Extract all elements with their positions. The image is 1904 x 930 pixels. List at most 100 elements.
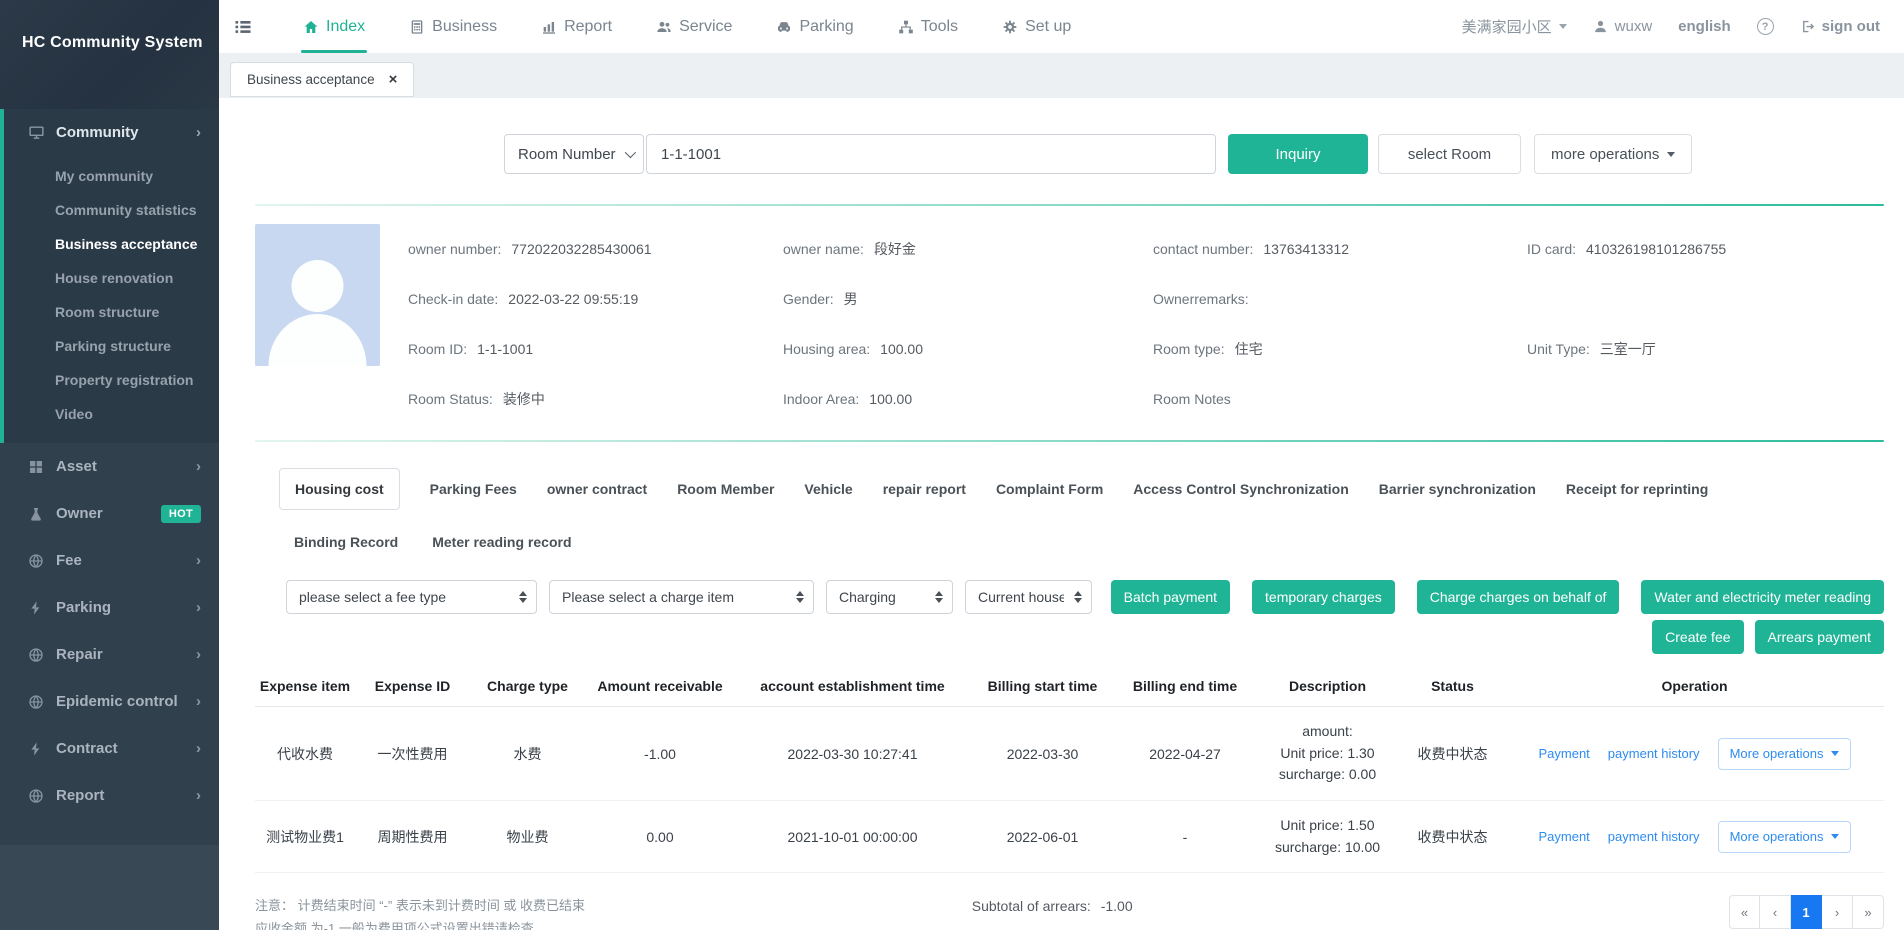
note-line: 注意： 计费结束时间 “-” 表示未到计费时间 或 收费已结束 [255,895,972,918]
sidebar-item-my-community[interactable]: My community [0,159,219,193]
create-fee-button[interactable]: Create fee [1652,620,1743,654]
topnav-item-label: Business [432,18,497,36]
temporary-charges-button[interactable]: temporary charges [1252,580,1395,614]
topnav-item-label: Service [679,18,732,36]
arrears-payment-button[interactable]: Arrears payment [1755,620,1884,654]
pagination-page-1[interactable]: 1 [1791,895,1822,929]
room-search-input[interactable] [646,134,1216,174]
pagination-last[interactable]: » [1853,895,1884,929]
username: wuxw [1615,18,1653,35]
payment-history-link[interactable]: payment history [1608,829,1700,844]
pagination-next[interactable]: › [1822,895,1853,929]
topnav-item-parking[interactable]: Parking [774,0,855,53]
tab-receipt-for-reprinting[interactable]: Receipt for reprinting [1566,481,1708,497]
sidebar-item-parking-structure[interactable]: Parking structure [0,329,219,363]
current-house-select[interactable]: Current house [965,580,1092,614]
sidebar-group-repair[interactable]: Repair › [0,631,219,678]
sidebar-group-parking[interactable]: Parking › [0,584,219,631]
cell-operation: Payment payment history More operations [1505,707,1884,801]
help-icon[interactable]: ? [1757,18,1774,35]
topnav-item-business[interactable]: Business [407,0,499,53]
globe-icon [28,553,44,569]
row-more-operations-button[interactable]: More operations [1718,738,1851,770]
chevron-right-icon: › [196,124,201,141]
topnav-item-index[interactable]: Index [301,0,367,53]
cell-expense-id: 一次性费用 [355,707,470,801]
sidebar-group-contract[interactable]: Contract › [0,725,219,772]
cell-charge-type: 水费 [470,707,585,801]
topnav-item-set-up[interactable]: Set up [1000,0,1073,53]
sidebar-group-label: Contract [56,740,118,757]
language-switch[interactable]: english [1678,18,1731,35]
select-room-button[interactable]: select Room [1378,134,1521,174]
tab-complaint-form[interactable]: Complaint Form [996,481,1103,497]
batch-payment-button[interactable]: Batch payment [1111,580,1230,614]
sidebar-item-business-acceptance[interactable]: Business acceptance [0,227,219,261]
topnav-item-label: Parking [799,18,853,36]
sidebar-item-house-renovation[interactable]: House renovation [0,261,219,295]
sidebar-group-community-block: Community › My community Community stati… [0,109,219,443]
tab-owner-contract[interactable]: owner contract [547,481,647,497]
sign-out-button[interactable]: sign out [1800,18,1880,35]
row-more-operations-button[interactable]: More operations [1718,821,1851,853]
globe-icon [28,788,44,804]
tab-parking-fees[interactable]: Parking Fees [430,481,517,497]
sidebar-item-room-structure[interactable]: Room structure [0,295,219,329]
payment-link[interactable]: Payment [1538,829,1589,844]
cell-expense-item: 测试物业费1 [255,801,355,873]
tab-business-acceptance[interactable]: Business acceptance × [230,62,414,97]
cell-billing-start: 2022-03-30 [970,707,1115,801]
tab-room-member[interactable]: Room Member [677,481,774,497]
sidebar-item-community-statistics[interactable]: Community statistics [0,193,219,227]
tab-barrier-synchronization[interactable]: Barrier synchronization [1379,481,1536,497]
tab-repair-report[interactable]: repair report [883,481,966,497]
tab-housing-cost[interactable]: Housing cost [279,468,400,510]
cell-established: 2021-10-01 00:00:00 [735,801,970,873]
fee-type-select[interactable]: please select a fee type [286,580,537,614]
sidebar-group-report[interactable]: Report › [0,772,219,819]
tab-meter-reading-record[interactable]: Meter reading record [432,534,571,550]
topnav-item-tools[interactable]: Tools [896,0,960,53]
pagination-first[interactable]: « [1729,895,1760,929]
owner-field: Room type:住宅 [1153,339,1527,359]
app-title: HC Community System [0,0,219,109]
sidebar-item-property-registration[interactable]: Property registration [0,363,219,397]
chevron-right-icon: › [196,646,201,663]
close-icon[interactable]: × [389,72,398,87]
payment-history-link[interactable]: payment history [1608,746,1700,761]
water-electricity-meter-button[interactable]: Water and electricity meter reading [1641,580,1884,614]
chevron-right-icon: › [196,787,201,804]
sidebar-group-asset[interactable]: Asset › [0,443,219,490]
current-user[interactable]: wuxw [1593,18,1653,35]
payment-link[interactable]: Payment [1538,746,1589,761]
menu-list-icon[interactable] [233,18,253,36]
topnav-item-service[interactable]: Service [654,0,734,53]
caret-down-icon [1667,152,1675,157]
home-icon [303,19,319,35]
owner-field: Gender:男 [783,289,1153,309]
sidebar-group-owner[interactable]: Owner HOT [0,490,219,537]
sidebar-group-epidemic-control[interactable]: Epidemic control › [0,678,219,725]
charge-item-select[interactable]: Please select a charge item [549,580,814,614]
tab-binding-record[interactable]: Binding Record [294,534,398,550]
charging-select[interactable]: Charging [826,580,953,614]
tab-access-control-synchronization[interactable]: Access Control Synchronization [1133,481,1348,497]
caret-down-icon [1559,24,1567,29]
charge-on-behalf-button[interactable]: Charge charges on behalf of [1417,580,1620,614]
sidebar-group-fee[interactable]: Fee › [0,537,219,584]
col-billing-end-time: Billing end time [1115,668,1255,707]
topnav-item-report[interactable]: Report [539,0,614,53]
inquiry-button[interactable]: Inquiry [1228,134,1368,174]
community-selector[interactable]: 美满家园小区 [1462,16,1567,37]
search-field-select[interactable]: Room Number [504,134,644,174]
top-navbar: Index Business Report Service [219,0,1904,53]
owner-avatar [255,224,380,366]
arrears-subtotal-label: Subtotal of arrears: [972,898,1091,914]
pagination-prev[interactable]: ‹ [1760,895,1791,929]
sidebar-item-video[interactable]: Video [0,397,219,431]
sidebar-nav: Community › My community Community stati… [0,109,219,819]
sidebar-group-community[interactable]: Community › [0,109,219,155]
more-operations-dropdown[interactable]: more operations [1534,134,1692,174]
fee-table: Expense item Expense ID Charge type Amou… [255,668,1884,873]
tab-vehicle[interactable]: Vehicle [804,481,852,497]
